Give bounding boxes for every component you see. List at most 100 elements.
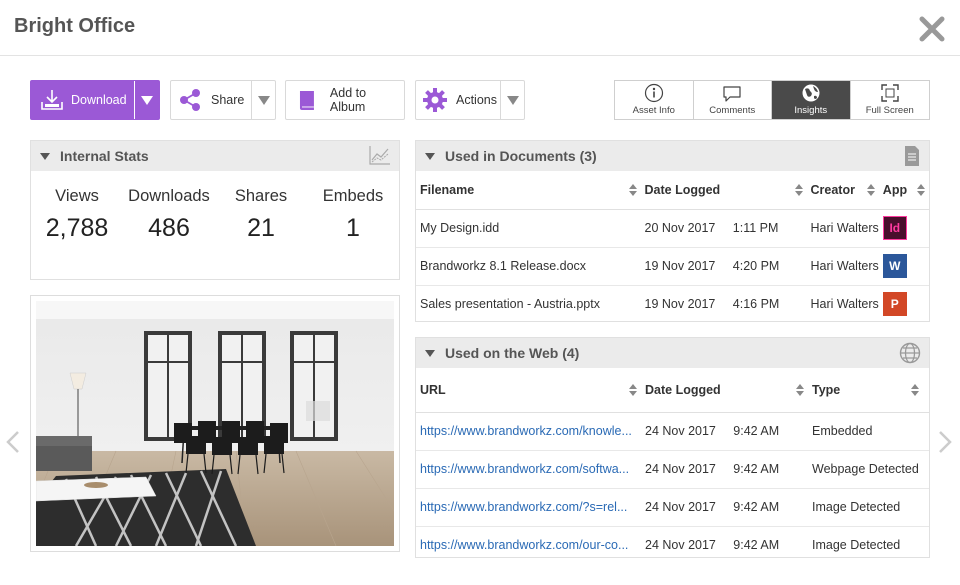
app-cell: P [879,285,929,323]
stat-embeds: Embeds 1 [309,187,397,243]
app-cell: Id [878,209,929,248]
sort-icon[interactable] [629,384,637,396]
comment-icon [723,86,741,102]
column-header-date-logged[interactable]: Date Logged [640,171,807,210]
globe-icon [899,342,921,364]
actions-dropdown-toggle[interactable] [500,81,524,119]
filename-cell: My Design.idd [416,209,641,248]
share-label: Share [211,93,245,107]
close-button[interactable] [918,15,946,43]
table-row[interactable]: https://www.brandworkz.com/knowle... 24 … [416,412,929,451]
web-table: URL Date Logged Type https://www.brandwo… [416,368,929,564]
creator-cell: Hari Walters [810,297,879,312]
table-row[interactable]: Sales presentation - Austria.pptx 19 Nov… [416,285,929,323]
powerpoint-icon: P [882,292,907,317]
album-label: Add to Album [329,86,367,114]
type-cell: Webpage Detected [808,450,929,489]
column-header-url[interactable]: URL [416,368,641,413]
stat-value: 1 [346,214,360,242]
column-header-creator[interactable]: Creator [806,171,879,210]
download-icon [41,90,63,110]
word-icon: W [882,254,907,278]
share-button[interactable]: Share [170,80,276,120]
panel-title: Internal Stats [60,148,149,164]
creator-cell: Hari Walters [806,247,879,286]
tab-label: Comments [709,105,756,116]
date-cell: 24 Nov 2017 9:42 AM [641,488,808,527]
asset-preview [30,295,400,552]
used-on-web-header[interactable]: Used on the Web (4) [416,338,929,368]
tab-full-screen[interactable]: Full Screen [851,81,930,119]
chevron-right-icon [939,431,952,453]
chevron-down-icon [141,95,154,105]
table-row[interactable]: Brandworkz 8.1 Release.docx 19 Nov 2017 … [416,247,929,286]
sort-icon[interactable] [794,184,803,196]
stats-row: Views 2,788 Downloads 486 Shares 21 Embe… [31,171,399,243]
url-link[interactable]: https://www.brandworkz.com/knowle... [420,424,632,438]
sort-icon[interactable] [796,384,804,396]
close-icon [919,16,945,42]
used-in-documents-panel: Used in Documents (3) Filename Date Logg… [415,140,930,322]
column-header-date-logged[interactable]: Date Logged [641,368,808,413]
sort-icon[interactable] [917,184,925,196]
stat-downloads: Downloads 486 [125,187,213,243]
indesign-icon: Id [882,216,907,240]
table-row[interactable]: My Design.idd 20 Nov 2017 1:11 PM Hari W… [416,209,929,248]
sort-icon[interactable] [866,184,875,196]
table-row[interactable]: https://www.brandworkz.com/?s=rel... 24 … [416,488,929,527]
url-link[interactable]: https://www.brandworkz.com/our-co... [420,538,628,552]
asset-image [36,301,394,546]
chart-icon [369,146,390,165]
fullscreen-icon [881,84,899,102]
type-cell: Image Detected [812,538,901,553]
tab-label: Full Screen [865,105,914,116]
date-cell: 20 Nov 2017 1:11 PM [640,209,807,248]
type-cell: Image Detected [808,488,929,527]
used-in-documents-header[interactable]: Used in Documents (3) [416,141,929,171]
stat-label: Downloads [128,187,210,205]
collapse-caret-icon [425,349,435,357]
date-cell: 24 Nov 2017 9:42 AM [641,450,808,489]
url-cell: https://www.brandworkz.com/our-co... [416,526,641,564]
filename-cell: Brandworkz 8.1 Release.docx [416,247,641,286]
download-label: Download [71,93,127,107]
collapse-caret-icon [425,152,435,160]
stat-shares: Shares 21 [217,187,305,243]
column-header-app[interactable]: App [878,171,929,210]
sort-icon[interactable] [911,384,919,396]
table-row[interactable]: https://www.brandworkz.com/our-co... 24 … [416,526,929,564]
date-cell: 19 Nov 2017 4:20 PM [640,247,807,286]
type-cell: Embedded [808,412,929,451]
table-row[interactable]: https://www.brandworkz.com/softwa... 24 … [416,450,929,489]
tab-asset-info[interactable]: Asset Info [615,81,694,119]
chevron-down-icon [257,95,270,105]
table-header-row: Filename Date Logged Creator App [416,171,929,210]
column-header-filename[interactable]: Filename [416,171,641,210]
tab-label: Asset Info [632,105,675,116]
share-dropdown-toggle[interactable] [251,81,275,119]
chevron-left-icon [6,431,19,453]
download-button[interactable]: Download [30,80,160,120]
stat-views: Views 2,788 [33,187,121,243]
actions-button[interactable]: Actions [415,80,525,120]
gear-icon [423,88,447,112]
window-title: Bright Office [14,15,136,37]
url-link[interactable]: https://www.brandworkz.com/softwa... [420,462,629,476]
download-main[interactable]: Download [31,81,134,119]
column-header-type[interactable]: Type [808,368,929,413]
next-asset-button[interactable] [937,430,953,459]
add-to-album-button[interactable]: Add to Album [285,80,405,120]
date-cell: 24 Nov 2017 9:42 AM [645,538,780,553]
tab-comments[interactable]: Comments [694,81,772,119]
tab-insights[interactable]: Insights [772,81,851,119]
url-link[interactable]: https://www.brandworkz.com/?s=rel... [420,500,627,514]
internal-stats-header[interactable]: Internal Stats [31,141,399,171]
share-icon [180,89,200,111]
stat-label: Embeds [322,187,384,205]
previous-asset-button[interactable] [5,430,21,459]
sort-icon[interactable] [628,184,637,196]
app-cell: W [878,247,929,286]
download-dropdown-toggle[interactable] [134,81,159,119]
stat-value: 21 [247,214,275,242]
table-header-row: URL Date Logged Type [416,368,929,413]
